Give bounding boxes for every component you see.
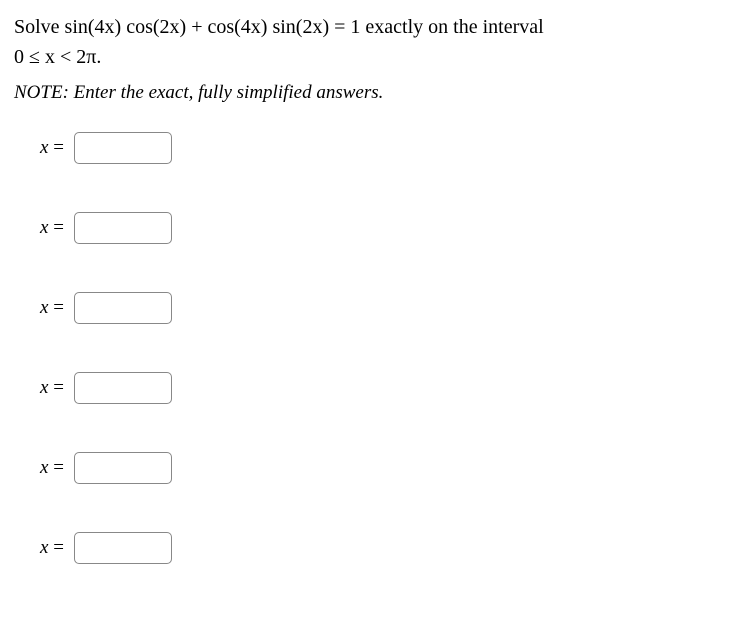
answer-input-2[interactable] (74, 212, 172, 244)
answer-label: x = (40, 377, 64, 399)
answer-row: x = (40, 532, 738, 564)
answer-row: x = (40, 132, 738, 164)
problem-line-2: 0 ≤ x < 2π. (14, 46, 101, 68)
answer-input-4[interactable] (74, 372, 172, 404)
answer-rows: x = x = x = x = x = x = (14, 132, 738, 564)
answer-input-1[interactable] (74, 132, 172, 164)
problem-statement: Solve sin(4x) cos(2x) + cos(4x) sin(2x) … (14, 12, 738, 72)
answer-input-6[interactable] (74, 532, 172, 564)
answer-label: x = (40, 457, 64, 479)
answer-input-3[interactable] (74, 292, 172, 324)
answer-row: x = (40, 292, 738, 324)
answer-input-5[interactable] (74, 452, 172, 484)
answer-label: x = (40, 137, 64, 159)
problem-line-1: Solve sin(4x) cos(2x) + cos(4x) sin(2x) … (14, 16, 544, 38)
answer-label: x = (40, 297, 64, 319)
answer-label: x = (40, 537, 64, 559)
answer-row: x = (40, 452, 738, 484)
problem-note: NOTE: Enter the exact, fully simplified … (14, 82, 738, 104)
answer-row: x = (40, 372, 738, 404)
answer-row: x = (40, 212, 738, 244)
answer-label: x = (40, 217, 64, 239)
